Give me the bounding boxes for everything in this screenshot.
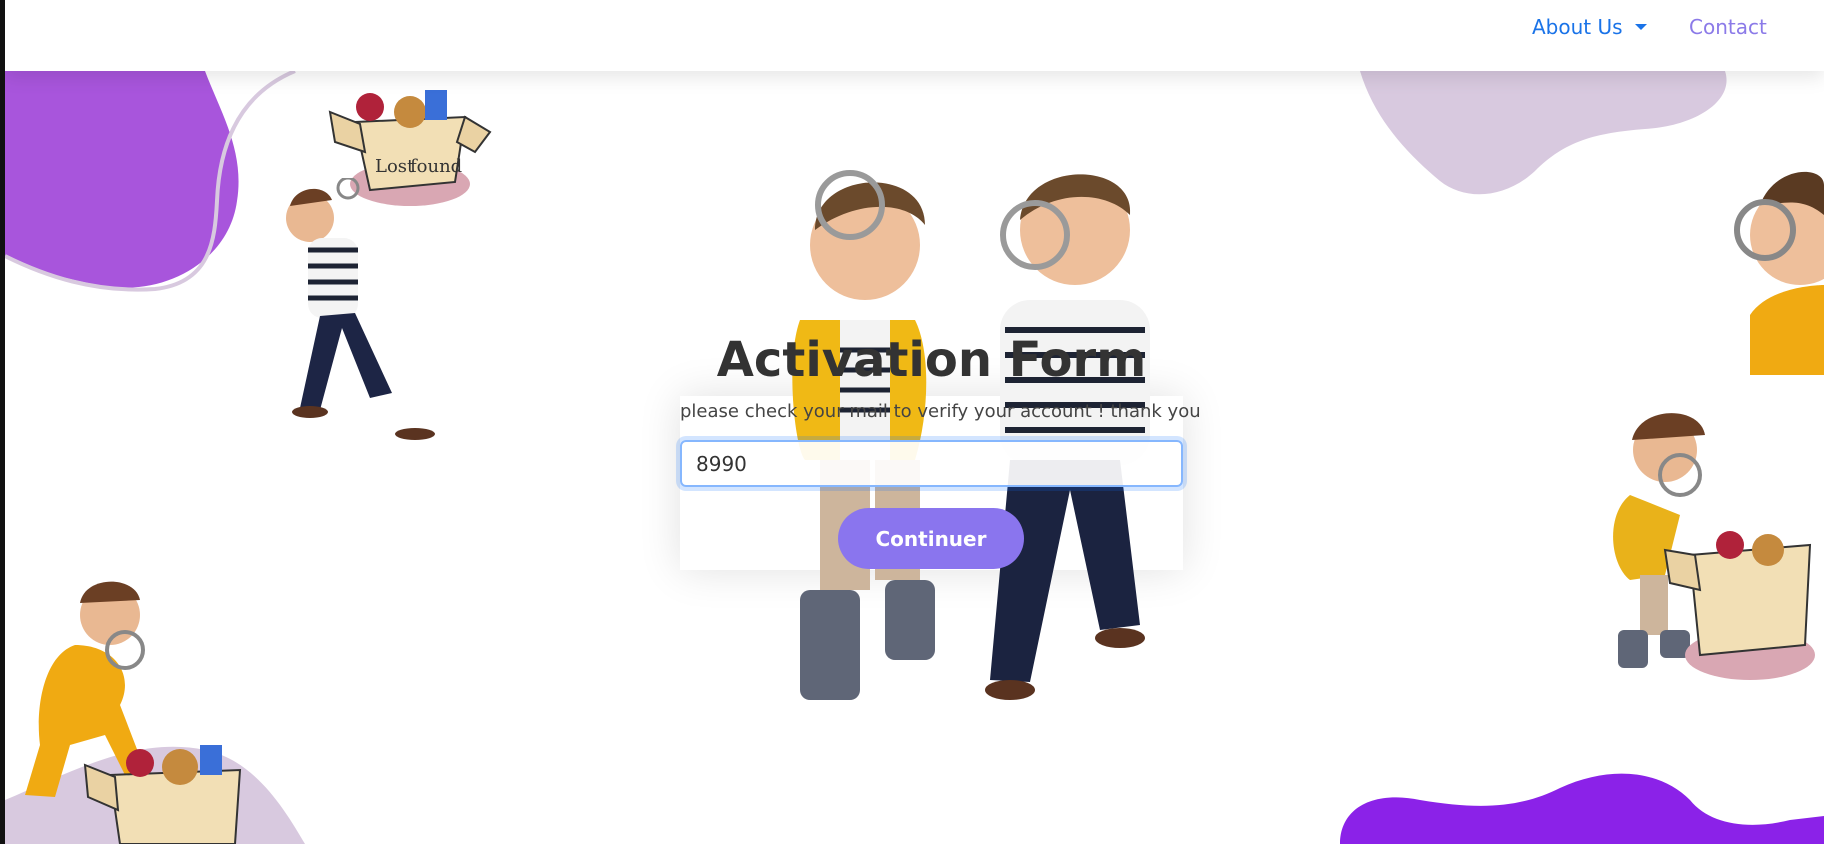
lilac-blob-top-right [1360,71,1727,195]
boy-with-magnifier-illustration-left [286,178,435,440]
box-label-found: found [410,156,462,177]
nav-contact-link[interactable]: Contact [1689,13,1767,41]
violet-blob-bottom-right [1340,773,1824,844]
lost-found-box-illustration-bottom [83,745,242,844]
form-title: Activation Form [716,332,1147,388]
activation-code-input[interactable] [680,440,1183,487]
boy-and-box-illustration-right [1613,413,1815,680]
form-subtitle: please check your mail to verify your ac… [680,401,1201,422]
nav-about-us-label: About Us [1532,15,1623,39]
caret-down-icon [1634,23,1647,30]
continue-button[interactable]: Continuer [838,508,1024,569]
boy-with-magnifier-illustration-right-top [1734,171,1824,375]
nav-about-us-dropdown[interactable]: About Us [1532,13,1647,41]
navbar: About Us Contact [5,0,1824,71]
window-edge [0,0,5,844]
